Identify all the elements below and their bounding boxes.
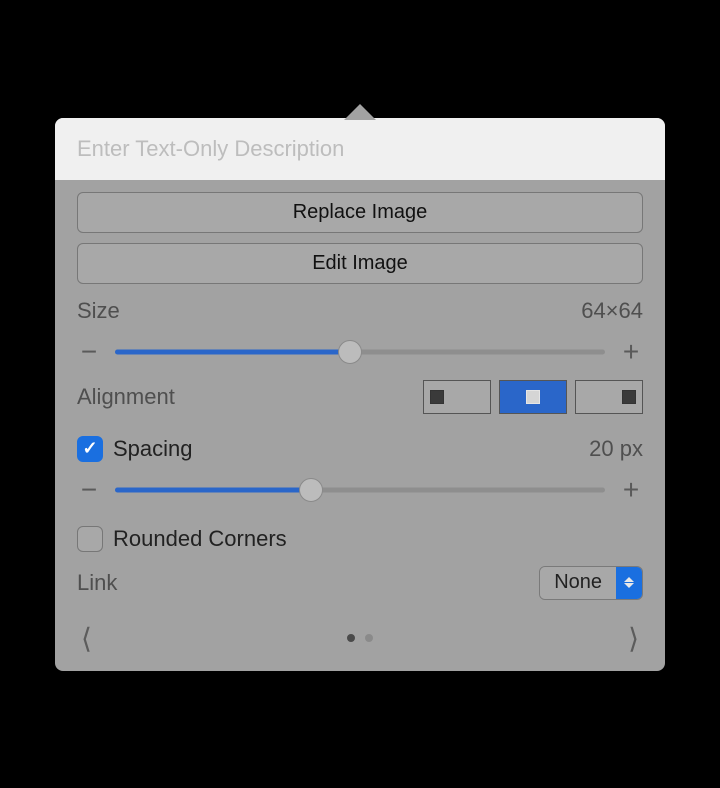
spacing-label: Spacing bbox=[113, 436, 193, 462]
align-right-button[interactable] bbox=[575, 380, 643, 414]
page-dots bbox=[347, 634, 373, 642]
link-dropdown[interactable]: None bbox=[539, 566, 643, 600]
align-right-icon bbox=[622, 390, 636, 404]
alignment-label: Alignment bbox=[77, 384, 175, 410]
edit-image-button[interactable]: Edit Image bbox=[77, 243, 643, 284]
rounded-corners-label: Rounded Corners bbox=[113, 526, 287, 552]
spacing-checkbox[interactable] bbox=[77, 436, 103, 462]
image-settings-popover: Replace Image Edit Image Size 64×64 − + … bbox=[55, 118, 665, 671]
rounded-corners-checkbox[interactable] bbox=[77, 526, 103, 552]
size-label: Size bbox=[77, 298, 120, 324]
page-dot-2[interactable] bbox=[365, 634, 373, 642]
link-dropdown-value: None bbox=[540, 567, 616, 599]
spacing-decrease-button[interactable]: − bbox=[77, 476, 101, 504]
align-center-button[interactable] bbox=[499, 380, 567, 414]
size-increase-button[interactable]: + bbox=[619, 338, 643, 366]
updown-caret-icon bbox=[616, 567, 642, 599]
spacing-slider-fill bbox=[115, 487, 311, 492]
size-slider[interactable] bbox=[115, 340, 605, 364]
align-center-icon bbox=[526, 390, 540, 404]
spacing-increase-button[interactable]: + bbox=[619, 476, 643, 504]
alignment-segmented-control bbox=[423, 380, 643, 414]
spacing-value: 20 px bbox=[589, 436, 643, 462]
popover-caret bbox=[344, 104, 376, 120]
replace-image-button[interactable]: Replace Image bbox=[77, 192, 643, 233]
size-value: 64×64 bbox=[581, 298, 643, 324]
spacing-slider[interactable] bbox=[115, 478, 605, 502]
description-bar bbox=[55, 118, 665, 180]
align-left-button[interactable] bbox=[423, 380, 491, 414]
size-slider-fill bbox=[115, 349, 350, 354]
page-dot-1[interactable] bbox=[347, 634, 355, 642]
size-decrease-button[interactable]: − bbox=[77, 338, 101, 366]
size-slider-thumb[interactable] bbox=[338, 340, 362, 364]
next-page-button[interactable]: ⟩ bbox=[624, 622, 643, 655]
spacing-slider-thumb[interactable] bbox=[299, 478, 323, 502]
link-label: Link bbox=[77, 570, 117, 596]
align-left-icon bbox=[430, 390, 444, 404]
description-input[interactable] bbox=[77, 136, 643, 162]
prev-page-button[interactable]: ⟨ bbox=[77, 622, 96, 655]
